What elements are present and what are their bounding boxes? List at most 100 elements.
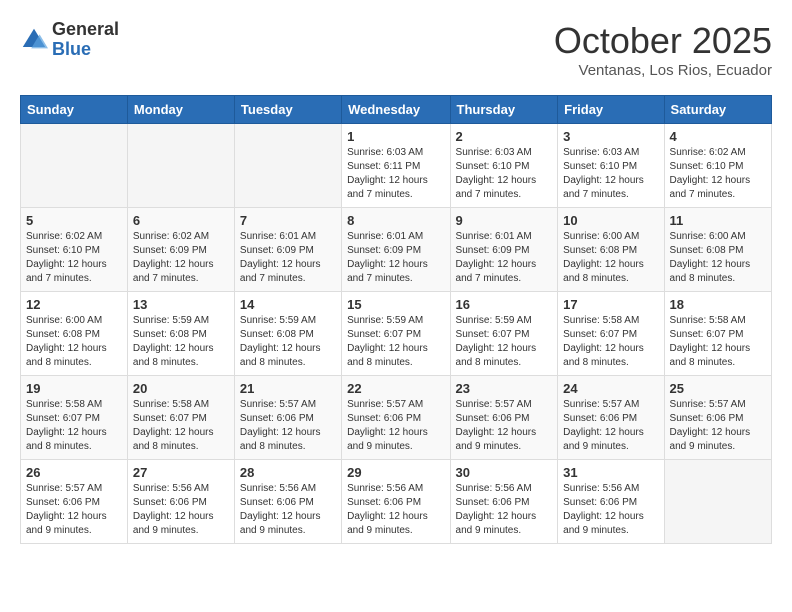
day-info: Sunrise: 6:00 AM Sunset: 6:08 PM Dayligh… (563, 230, 658, 286)
calendar-cell (664, 460, 771, 544)
calendar-cell: 19 Sunrise: 5:58 AM Sunset: 6:07 PM Dayli… (21, 376, 128, 460)
day-info: Sunrise: 5:58 AM Sunset: 6:07 PM Dayligh… (26, 398, 122, 454)
day-number: 1 (347, 129, 444, 144)
day-info: Sunrise: 6:02 AM Sunset: 6:09 PM Dayligh… (133, 230, 229, 286)
day-number: 15 (347, 297, 444, 312)
day-number: 20 (133, 381, 229, 396)
calendar-cell: 13Sunrise: 5:59 AM Sunset: 6:08 PM Dayli… (127, 292, 234, 376)
weekday-header: Thursday (450, 96, 558, 124)
day-info: Sunrise: 5:59 AM Sunset: 6:07 PM Dayligh… (456, 314, 553, 370)
day-info: Sunrise: 5:56 AM Sunset: 6:06 PM Dayligh… (240, 482, 336, 538)
day-number: 3 (563, 129, 658, 144)
calendar-cell: 29 Sunrise: 5:56 AM Sunset: 6:06 PM Dayli… (342, 460, 450, 544)
calendar-cell (21, 124, 128, 208)
calendar-cell: 12Sunrise: 6:00 AM Sunset: 6:08 PM Dayli… (21, 292, 128, 376)
weekday-header: Wednesday (342, 96, 450, 124)
calendar-cell: 11 Sunrise: 6:00 AM Sunset: 6:08 PM Dayli… (664, 208, 771, 292)
day-info: Sunrise: 5:59 AM Sunset: 6:08 PM Dayligh… (240, 314, 336, 370)
day-info: Sunrise: 6:01 AM Sunset: 6:09 PM Dayligh… (240, 230, 336, 286)
calendar-cell: 30Sunrise: 5:56 AM Sunset: 6:06 PM Dayli… (450, 460, 558, 544)
day-info: Sunrise: 5:56 AM Sunset: 6:06 PM Dayligh… (563, 482, 658, 538)
day-info: Sunrise: 5:57 AM Sunset: 6:06 PM Dayligh… (456, 398, 553, 454)
calendar-cell: 24Sunrise: 5:57 AM Sunset: 6:06 PM Dayli… (558, 376, 664, 460)
calendar-cell: 23 Sunrise: 5:57 AM Sunset: 6:06 PM Dayli… (450, 376, 558, 460)
logo-blue: Blue (52, 40, 119, 60)
calendar-cell: 6 Sunrise: 6:02 AM Sunset: 6:09 PM Daylig… (127, 208, 234, 292)
day-info: Sunrise: 6:02 AM Sunset: 6:10 PM Dayligh… (670, 146, 766, 202)
day-number: 11 (670, 213, 766, 228)
day-info: Sunrise: 5:58 AM Sunset: 6:07 PM Dayligh… (670, 314, 766, 370)
month-title: October 2025 (554, 20, 772, 62)
day-number: 9 (456, 213, 553, 228)
weekday-header: Sunday (21, 96, 128, 124)
weekday-header: Friday (558, 96, 664, 124)
day-number: 4 (670, 129, 766, 144)
calendar-week-row: 5Sunrise: 6:02 AM Sunset: 6:10 PM Daylig… (21, 208, 772, 292)
day-info: Sunrise: 5:58 AM Sunset: 6:07 PM Dayligh… (563, 314, 658, 370)
title-area: October 2025 Ventanas, Los Rios, Ecuador (554, 20, 772, 79)
day-number: 14 (240, 297, 336, 312)
day-number: 8 (347, 213, 444, 228)
day-number: 21 (240, 381, 336, 396)
day-number: 17 (563, 297, 658, 312)
calendar-cell (127, 124, 234, 208)
day-info: Sunrise: 5:57 AM Sunset: 6:06 PM Dayligh… (670, 398, 766, 454)
calendar-cell: 17 Sunrise: 5:58 AM Sunset: 6:07 PM Dayli… (558, 292, 664, 376)
day-info: Sunrise: 6:01 AM Sunset: 6:09 PM Dayligh… (456, 230, 553, 286)
calendar-week-row: 26 Sunrise: 5:57 AM Sunset: 6:06 PM Dayli… (21, 460, 772, 544)
logo-icon (20, 26, 48, 54)
calendar-cell: 31Sunrise: 5:56 AM Sunset: 6:06 PM Dayli… (558, 460, 664, 544)
day-info: Sunrise: 6:01 AM Sunset: 6:09 PM Dayligh… (347, 230, 444, 286)
day-info: Sunrise: 6:00 AM Sunset: 6:08 PM Dayligh… (670, 230, 766, 286)
calendar-cell: 14 Sunrise: 5:59 AM Sunset: 6:08 PM Dayli… (234, 292, 341, 376)
page-header: General Blue October 2025 Ventanas, Los … (20, 20, 772, 79)
day-number: 23 (456, 381, 553, 396)
weekday-header: Saturday (664, 96, 771, 124)
calendar-cell: 20 Sunrise: 5:58 AM Sunset: 6:07 PM Dayli… (127, 376, 234, 460)
calendar-cell: 22 Sunrise: 5:57 AM Sunset: 6:06 PM Dayli… (342, 376, 450, 460)
day-info: Sunrise: 5:59 AM Sunset: 6:07 PM Dayligh… (347, 314, 444, 370)
calendar-cell: 16 Sunrise: 5:59 AM Sunset: 6:07 PM Dayli… (450, 292, 558, 376)
day-info: Sunrise: 6:03 AM Sunset: 6:11 PM Dayligh… (347, 146, 444, 202)
day-number: 6 (133, 213, 229, 228)
day-info: Sunrise: 5:57 AM Sunset: 6:06 PM Dayligh… (26, 482, 122, 538)
logo: General Blue (20, 20, 119, 60)
calendar-cell: 10 Sunrise: 6:00 AM Sunset: 6:08 PM Dayli… (558, 208, 664, 292)
day-info: Sunrise: 5:56 AM Sunset: 6:06 PM Dayligh… (133, 482, 229, 538)
weekday-header: Monday (127, 96, 234, 124)
calendar-cell: 15 Sunrise: 5:59 AM Sunset: 6:07 PM Dayli… (342, 292, 450, 376)
calendar-cell: 1 Sunrise: 6:03 AM Sunset: 6:11 PM Daylig… (342, 124, 450, 208)
calendar-cell: 26 Sunrise: 5:57 AM Sunset: 6:06 PM Dayli… (21, 460, 128, 544)
day-number: 10 (563, 213, 658, 228)
calendar-cell: 9 Sunrise: 6:01 AM Sunset: 6:09 PM Daylig… (450, 208, 558, 292)
day-number: 26 (26, 465, 122, 480)
day-info: Sunrise: 5:57 AM Sunset: 6:06 PM Dayligh… (563, 398, 658, 454)
logo-general: General (52, 20, 119, 40)
calendar-cell: 4 Sunrise: 6:02 AM Sunset: 6:10 PM Daylig… (664, 124, 771, 208)
calendar-cell (234, 124, 341, 208)
calendar-cell: 8 Sunrise: 6:01 AM Sunset: 6:09 PM Daylig… (342, 208, 450, 292)
day-number: 22 (347, 381, 444, 396)
calendar-cell: 2Sunrise: 6:03 AM Sunset: 6:10 PM Daylig… (450, 124, 558, 208)
day-number: 25 (670, 381, 766, 396)
calendar-week-row: 19 Sunrise: 5:58 AM Sunset: 6:07 PM Dayli… (21, 376, 772, 460)
day-info: Sunrise: 5:57 AM Sunset: 6:06 PM Dayligh… (347, 398, 444, 454)
calendar-week-row: 1 Sunrise: 6:03 AM Sunset: 6:11 PM Daylig… (21, 124, 772, 208)
day-info: Sunrise: 5:58 AM Sunset: 6:07 PM Dayligh… (133, 398, 229, 454)
calendar-cell: 5Sunrise: 6:02 AM Sunset: 6:10 PM Daylig… (21, 208, 128, 292)
location-subtitle: Ventanas, Los Rios, Ecuador (554, 62, 772, 79)
calendar-cell: 18Sunrise: 5:58 AM Sunset: 6:07 PM Dayli… (664, 292, 771, 376)
day-info: Sunrise: 5:59 AM Sunset: 6:08 PM Dayligh… (133, 314, 229, 370)
day-number: 28 (240, 465, 336, 480)
day-number: 12 (26, 297, 122, 312)
day-number: 19 (26, 381, 122, 396)
day-info: Sunrise: 6:03 AM Sunset: 6:10 PM Dayligh… (456, 146, 553, 202)
day-number: 16 (456, 297, 553, 312)
calendar-cell: 27Sunrise: 5:56 AM Sunset: 6:06 PM Dayli… (127, 460, 234, 544)
day-info: Sunrise: 5:56 AM Sunset: 6:06 PM Dayligh… (347, 482, 444, 538)
calendar-cell: 7 Sunrise: 6:01 AM Sunset: 6:09 PM Daylig… (234, 208, 341, 292)
day-info: Sunrise: 6:02 AM Sunset: 6:10 PM Dayligh… (26, 230, 122, 286)
day-number: 29 (347, 465, 444, 480)
calendar-cell: 25 Sunrise: 5:57 AM Sunset: 6:06 PM Dayli… (664, 376, 771, 460)
day-number: 7 (240, 213, 336, 228)
